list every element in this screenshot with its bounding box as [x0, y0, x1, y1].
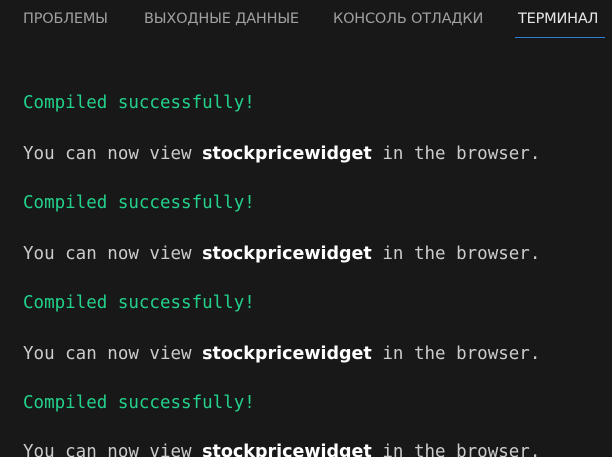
terminal-line-view: You can now view stockpricewidget in the…	[23, 344, 540, 364]
terminal-line-view: You can now view stockpricewidget in the…	[23, 442, 540, 457]
tab-output[interactable]: ВЫХОДНЫЕ ДАННЫЕ	[144, 11, 299, 27]
view-prefix-text: You can now view	[23, 442, 203, 457]
view-prefix-text: You can now view	[23, 244, 203, 264]
view-prefix-text: You can now view	[23, 344, 203, 364]
terminal-line-compiled: Compiled successfully!	[23, 393, 255, 413]
view-suffix-text: in the browser.	[371, 344, 541, 364]
app-name-text: stockpricewidget	[202, 244, 372, 264]
active-tab-indicator	[515, 37, 605, 38]
tab-debug-console[interactable]: КОНСОЛЬ ОТЛАДКИ	[333, 11, 483, 27]
terminal-output[interactable]: Compiled successfully! You can now view …	[0, 40, 612, 457]
terminal-line-view: You can now view stockpricewidget in the…	[23, 144, 540, 164]
terminal-line-compiled: Compiled successfully!	[23, 293, 255, 313]
view-suffix-text: in the browser.	[371, 442, 541, 457]
view-suffix-text: in the browser.	[371, 144, 541, 164]
terminal-line-compiled: Compiled successfully!	[23, 93, 255, 113]
app-name-text: stockpricewidget	[202, 144, 372, 164]
panel-tabs: ПРОБЛЕМЫ ВЫХОДНЫЕ ДАННЫЕ КОНСОЛЬ ОТЛАДКИ…	[0, 0, 612, 40]
app-name-text: stockpricewidget	[202, 442, 372, 457]
app-name-text: stockpricewidget	[202, 344, 372, 364]
tab-terminal[interactable]: ТЕРМИНАЛ	[518, 11, 598, 27]
view-prefix-text: You can now view	[23, 144, 203, 164]
tab-problems[interactable]: ПРОБЛЕМЫ	[23, 11, 108, 27]
terminal-line-compiled: Compiled successfully!	[23, 193, 255, 213]
terminal-line-view: You can now view stockpricewidget in the…	[23, 244, 540, 264]
terminal-panel: ПРОБЛЕМЫ ВЫХОДНЫЕ ДАННЫЕ КОНСОЛЬ ОТЛАДКИ…	[0, 0, 612, 457]
view-suffix-text: in the browser.	[371, 244, 541, 264]
